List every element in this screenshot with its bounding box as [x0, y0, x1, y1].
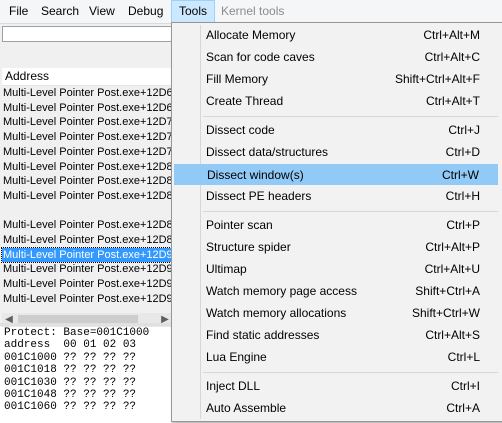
address-row[interactable]: Multi-Level Pointer Post.exe+12D70 [2, 115, 173, 129]
menu-item-label: Watch memory allocations [206, 306, 347, 320]
menu-separator [203, 211, 498, 212]
menu-tools[interactable]: Tools [171, 0, 216, 23]
menu-item-allocate-memory[interactable]: Allocate Memory Ctrl+Alt+M [174, 25, 498, 46]
menu-view[interactable]: View [82, 0, 122, 23]
menu-item-pointer-scan[interactable]: Pointer scan Ctrl+P [174, 215, 498, 236]
hex-row: 001C1060 ?? ?? ?? ?? [4, 401, 137, 414]
address-row[interactable]: Multi-Level Pointer Post.exe+12D7C [2, 145, 173, 159]
address-row[interactable] [2, 204, 173, 218]
menu-item-label: Scan for code caves [206, 50, 315, 64]
menu-item-label: Dissect window(s) [207, 168, 304, 182]
menu-separator [203, 372, 498, 373]
menu-item-label: Lua Engine [206, 350, 267, 364]
address-row[interactable]: Multi-Level Pointer Post.exe+12D8E [2, 233, 173, 247]
menu-file[interactable]: File [2, 0, 35, 23]
menu-item-label: Auto Assemble [206, 401, 287, 415]
menu-item-label: Pointer scan [206, 218, 273, 232]
address-row[interactable]: Multi-Level Pointer Post.exe+12D84 [2, 174, 173, 188]
menu-item-dissect-window-s[interactable]: Dissect window(s) Ctrl+W [174, 164, 498, 185]
address-row[interactable]: Multi-Level Pointer Post.exe+12D6C [2, 101, 173, 115]
menu-item-shortcut: Ctrl+Alt+U [424, 262, 480, 276]
address-row[interactable]: Multi-Level Pointer Post.exe+12D8D [2, 218, 173, 232]
menu-item-shortcut: Shift+Ctrl+A [415, 284, 480, 298]
menu-item-scan-for-code-caves[interactable]: Scan for code caves Ctrl+Alt+C [174, 47, 498, 68]
hex-row: 001C1018 ?? ?? ?? ?? [4, 364, 137, 377]
menu-item-label: Watch memory page access [206, 284, 357, 298]
menu-item-auto-assemble[interactable]: Auto Assemble Ctrl+A [174, 398, 498, 419]
address-row[interactable]: Multi-Level Pointer Post.exe+12D9E [2, 292, 173, 306]
menu-kernel-tools[interactable]: Kernel tools [214, 0, 291, 23]
hex-protect-line: Protect: Base=001C1000 [4, 327, 150, 339]
menu-item-label: Find static addresses [206, 328, 320, 342]
menu-item-shortcut: Ctrl+W [442, 168, 479, 182]
menu-item-label: Allocate Memory [206, 28, 296, 42]
panel-splitter[interactable] [0, 323, 171, 326]
menu-separator [203, 116, 498, 117]
menu-item-shortcut: Ctrl+D [445, 145, 480, 159]
address-column-header[interactable]: Address [2, 68, 172, 86]
menu-item-shortcut: Ctrl+Alt+M [423, 28, 480, 42]
address-header-label: Address [5, 69, 50, 83]
menu-item-shortcut: Ctrl+Alt+P [425, 240, 480, 254]
menu-item-shortcut: Ctrl+Alt+T [425, 94, 480, 108]
menu-item-label: Structure spider [206, 240, 291, 254]
hex-row: 001C1048 ?? ?? ?? ?? [4, 388, 137, 401]
menu-item-shortcut: Ctrl+H [445, 189, 480, 203]
menu-bar: File Search View Debug Tools Kernel tool… [0, 0, 502, 24]
menu-item-shortcut: Ctrl+P [446, 218, 480, 232]
tools-menu-dropdown: Allocate Memory Ctrl+Alt+M Scan for code c… [171, 22, 502, 422]
menu-item-dissect-code[interactable]: Dissect code Ctrl+J [174, 120, 498, 141]
menu-item-shortcut: Ctrl+Alt+S [425, 328, 480, 342]
menu-item-label: Inject DLL [206, 379, 261, 393]
menu-search[interactable]: Search [34, 0, 86, 23]
menu-item-shortcut: Ctrl+Alt+C [424, 50, 480, 64]
menu-item-fill-memory[interactable]: Fill Memory Shift+Ctrl+Alt+F [174, 69, 498, 90]
menu-item-label: Fill Memory [206, 72, 268, 86]
menu-item-shortcut: Ctrl+J [448, 123, 480, 137]
address-row[interactable]: Multi-Level Pointer Post.exe+12D80 [2, 160, 173, 174]
menu-debug[interactable]: Debug [121, 0, 170, 23]
hex-header-line: address 00 01 02 03 [4, 339, 137, 352]
menu-item-watch-memory-page-access[interactable]: Watch memory page access Shift+Ctrl+A [174, 281, 498, 302]
menu-item-inject-dll[interactable]: Inject DLL Ctrl+I [174, 376, 498, 397]
menu-item-label: Ultimap [206, 262, 247, 276]
address-row[interactable]: Multi-Level Pointer Post.exe+12D9A [2, 277, 173, 291]
menu-item-shortcut: Shift+Ctrl+Alt+F [394, 72, 480, 86]
address-row[interactable]: Multi-Level Pointer Post.exe+12D9F [2, 262, 173, 276]
menu-item-structure-spider[interactable]: Structure spider Ctrl+Alt+P [174, 237, 498, 258]
menu-item-shortcut: Ctrl+I [450, 379, 480, 393]
toolbar-strip [2, 26, 174, 42]
menu-item-find-static-addresses[interactable]: Find static addresses Ctrl+Alt+S [174, 325, 498, 346]
menu-item-label: Dissect data/structures [206, 145, 329, 159]
menu-item-shortcut: Shift+Ctrl+W [411, 306, 480, 320]
menu-item-shortcut: Ctrl+A [446, 401, 480, 415]
menu-item-watch-memory-allocations[interactable]: Watch memory allocations Shift+Ctrl+W [174, 303, 498, 324]
address-row[interactable]: Multi-Level Pointer Post.exe+12D8C [2, 189, 173, 203]
menu-item-label: Create Thread [206, 94, 284, 108]
address-row[interactable]: Multi-Level Pointer Post.exe+12D74 [2, 130, 173, 144]
hex-row: 001C1030 ?? ?? ?? ?? [4, 376, 137, 389]
menu-item-dissect-data-structures[interactable]: Dissect data/structures Ctrl+D [174, 142, 498, 163]
hex-row: 001C1000 ?? ?? ?? ?? [4, 351, 137, 364]
address-row[interactable]: Multi-Level Pointer Post.exe+12D68 [2, 86, 173, 100]
menu-item-label: Dissect PE headers [206, 189, 312, 203]
address-list-panel: Address Multi-Level Pointer Post.exe+12D… [0, 24, 174, 345]
menu-item-lua-engine[interactable]: Lua Engine Ctrl+L [174, 347, 498, 368]
hex-view[interactable]: Protect: Base=001C1000 address 00 01 02 … [0, 327, 171, 423]
menu-item-shortcut: Ctrl+L [447, 350, 480, 364]
menu-item-dissect-pe-headers[interactable]: Dissect PE headers Ctrl+H [174, 186, 498, 207]
menu-item-ultimap[interactable]: Ultimap Ctrl+Alt+U [174, 259, 498, 280]
menu-item-create-thread[interactable]: Create Thread Ctrl+Alt+T [174, 91, 498, 112]
menu-item-label: Dissect code [206, 123, 275, 137]
address-row[interactable]: Multi-Level Pointer Post.exe+12D90 [1, 246, 174, 263]
